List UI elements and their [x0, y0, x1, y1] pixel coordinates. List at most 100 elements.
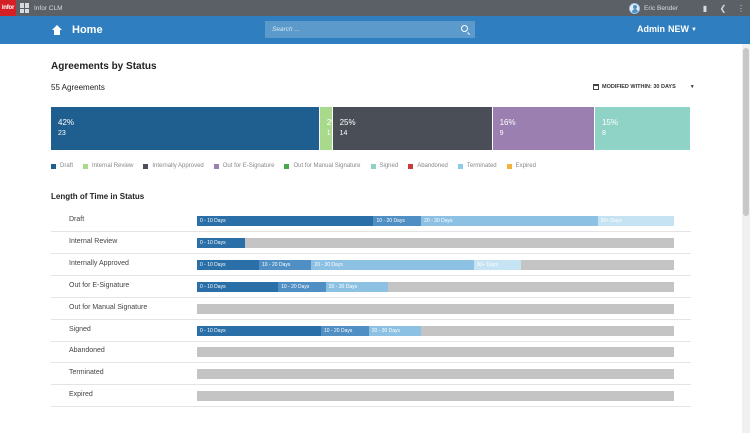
admin-menu[interactable]: Admin — [637, 24, 665, 34]
system-bar: infor Infor CLM Eric Bender ▮ ❮ ⋮ — [0, 0, 750, 16]
status-time-row: Out for Manual Signature — [51, 298, 691, 320]
segment-percent: 42% — [58, 118, 75, 127]
app-header: Home Admin NEW▼ — [0, 16, 750, 44]
legend-item[interactable]: Out for Manual Signature — [284, 163, 361, 169]
page-scrollbar[interactable] — [742, 44, 750, 433]
legend-label: Out for E-Signature — [222, 163, 275, 169]
status-time-row: Out for E-Signature 0 - 10 Days 10 - 20 Da… — [51, 276, 691, 298]
status-time-row: Internally Approved 0 - 10 Days 10 - 20 Da… — [51, 254, 691, 276]
status-segment[interactable]: 16% 9 — [492, 107, 595, 150]
segment-percent: 16% — [499, 118, 516, 127]
time-in-status-title: Length of Time in Status — [51, 192, 145, 201]
time-bar-track — [197, 391, 674, 402]
segment-count: 9 — [499, 130, 504, 137]
page-header-title[interactable]: Home — [72, 24, 103, 36]
status-row-label: Internally Approved — [69, 259, 129, 267]
agreement-count: 55 Agreements — [51, 83, 105, 92]
status-row-label: Draft — [69, 216, 85, 223]
time-bar-segment[interactable]: 0 - 10 Days — [197, 259, 259, 270]
time-bar-segment[interactable]: 0 - 10 Days — [197, 237, 245, 248]
search-icon[interactable] — [461, 25, 468, 32]
user-avatar-icon[interactable] — [629, 2, 641, 14]
legend-item[interactable]: Draft — [51, 163, 73, 169]
status-segment[interactable]: 42% 23 — [51, 107, 320, 150]
modified-filter-dropdown[interactable]: MODIFIED WITHIN: 30 DAYS ▼ — [593, 84, 695, 90]
app-grid-icon[interactable] — [20, 3, 30, 13]
legend-label: Draft — [60, 163, 74, 169]
new-button-label: NEW — [668, 24, 689, 34]
legend-label: Signed — [379, 163, 399, 169]
search-input[interactable] — [272, 26, 452, 33]
segment-percent: 2% — [327, 118, 339, 127]
bookmark-icon[interactable]: ▮ — [696, 4, 714, 13]
time-bar-segment[interactable]: 20 - 30 Days — [311, 259, 474, 270]
search-box[interactable] — [265, 21, 475, 38]
time-bar-segment[interactable]: 10 - 20 Days — [321, 325, 369, 336]
segment-count: 14 — [339, 130, 348, 137]
time-bar-segment[interactable]: 30+ Days — [597, 216, 674, 226]
legend-item[interactable]: Signed — [370, 163, 399, 169]
time-bar-segment[interactable]: 10 - 20 Days — [373, 216, 422, 226]
new-button[interactable]: NEW ▼ — [668, 24, 697, 34]
legend-item[interactable]: Abandoned — [408, 163, 448, 169]
legend-swatch — [284, 163, 290, 169]
chevron-down-icon: ▼ — [691, 27, 697, 33]
status-legend: Draft Internal Review Internally Approved O… — [51, 163, 546, 169]
legend-item[interactable]: Internally Approved — [143, 163, 204, 169]
time-bar-segment[interactable]: 20 - 30 Days — [421, 216, 598, 226]
segment-percent: 25% — [339, 118, 356, 127]
time-bar-segment[interactable]: 10 - 20 Days — [278, 281, 326, 292]
segment-count: 23 — [58, 130, 66, 137]
legend-swatch — [83, 163, 89, 169]
section-title: Agreements by Status — [51, 61, 157, 72]
status-row-label: Signed — [69, 325, 91, 333]
time-bar-segment[interactable]: 20 - 30 Days — [368, 325, 422, 336]
time-bar-segment[interactable]: 0 - 10 Days — [197, 281, 279, 292]
status-time-row: Abandoned — [51, 341, 691, 364]
time-bar-track — [197, 347, 674, 358]
legend-label: Terminated — [466, 163, 497, 169]
time-bar-segment[interactable]: 0 - 10 Days — [197, 325, 322, 336]
legend-swatch — [457, 163, 463, 169]
time-bar-track — [197, 369, 674, 380]
legend-swatch — [213, 163, 219, 169]
legend-item[interactable]: Terminated — [457, 163, 497, 169]
time-bar-track: 0 - 10 Days 10 - 20 Days 20 - 30 Days 30+ D… — [197, 216, 674, 226]
status-segment[interactable]: 25% 14 — [332, 107, 493, 150]
legend-label: Expired — [515, 163, 536, 169]
infor-logo: infor — [0, 0, 16, 16]
home-icon[interactable] — [52, 25, 62, 35]
status-row-label: Expired — [69, 391, 93, 399]
time-bar-segment[interactable]: 0 - 10 Days — [197, 216, 374, 226]
user-name[interactable]: Eric Bender — [644, 5, 678, 12]
segment-count: 8 — [601, 130, 606, 137]
legend-item[interactable]: Expired — [506, 163, 536, 169]
calendar-icon — [593, 84, 599, 90]
status-row-label: Terminated — [69, 369, 104, 377]
share-icon[interactable]: ❮ — [714, 4, 732, 13]
status-time-row: Terminated — [51, 363, 691, 386]
status-row-label: Internal Review — [69, 237, 118, 245]
status-row-label: Out for Manual Signature — [69, 303, 148, 311]
status-row-label: Abandoned — [69, 347, 105, 355]
status-segment[interactable]: 2%1 — [319, 107, 339, 150]
status-stacked-bar: 42%232%125%1416%915%8 — [51, 107, 691, 150]
time-bar-track: 0 - 10 Days 10 - 20 Days 20 - 30 Days — [197, 281, 674, 292]
segment-percent: 15% — [601, 118, 618, 127]
more-icon[interactable]: ⋮ — [732, 4, 750, 13]
time-bar-segment[interactable]: 30+ Days — [473, 259, 522, 270]
chevron-down-icon: ▼ — [689, 84, 695, 90]
time-bar-segment[interactable]: 10 - 20 Days — [259, 259, 312, 270]
time-bar-track: 0 - 10 Days 10 - 20 Days 20 - 30 Days 30+ D… — [197, 259, 674, 270]
status-time-row: Internal Review 0 - 10 Days — [51, 232, 691, 254]
time-bar-track — [197, 303, 674, 314]
segment-count: 1 — [326, 130, 331, 137]
legend-swatch — [408, 163, 414, 169]
time-bar-segment[interactable]: 20 - 30 Days — [325, 281, 388, 292]
legend-label: Internal Review — [92, 163, 134, 169]
legend-item[interactable]: Out for E-Signature — [213, 163, 275, 169]
status-segment[interactable]: 15% 8 — [594, 107, 691, 150]
legend-item[interactable]: Internal Review — [83, 163, 133, 169]
scrollbar-thumb[interactable] — [743, 48, 749, 216]
legend-swatch — [506, 163, 512, 169]
